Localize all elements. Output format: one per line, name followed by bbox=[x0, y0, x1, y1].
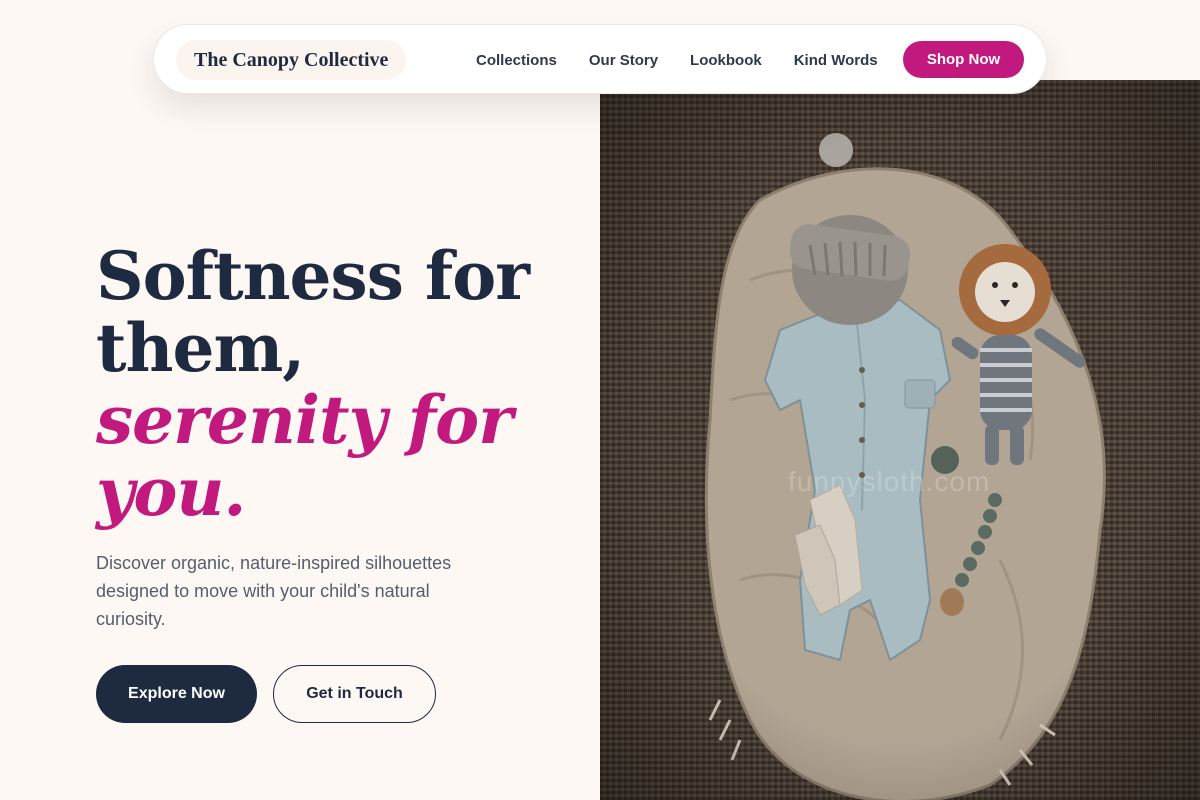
nav-link-kind-words[interactable]: Kind Words bbox=[794, 52, 878, 69]
main-nav: Collections Our Story Lookbook Kind Word… bbox=[476, 25, 910, 95]
site-header: The Canopy Collective Collections Our St… bbox=[153, 24, 1047, 94]
explore-now-button[interactable]: Explore Now bbox=[96, 665, 257, 723]
hero-title-accent-2: you. bbox=[96, 453, 246, 531]
hero-image: funnysloth.com bbox=[600, 80, 1200, 800]
image-watermark: funnysloth.com bbox=[788, 466, 991, 497]
hero-title: Softness for them, serenity for you. bbox=[96, 240, 566, 528]
hero-subtitle: Discover organic, nature-inspired silhou… bbox=[96, 553, 452, 629]
get-in-touch-button[interactable]: Get in Touch bbox=[273, 665, 436, 723]
nav-link-our-story[interactable]: Our Story bbox=[589, 52, 658, 69]
brand-logo[interactable]: The Canopy Collective bbox=[176, 40, 407, 80]
nav-link-collections[interactable]: Collections bbox=[476, 52, 557, 69]
hero-title-line-2: them, bbox=[96, 309, 305, 387]
nav-link-lookbook[interactable]: Lookbook bbox=[690, 52, 762, 69]
baby-clothes-flatlay-illustration bbox=[600, 80, 1200, 800]
shop-now-button[interactable]: Shop Now bbox=[903, 41, 1024, 78]
hero-title-accent-1: serenity for bbox=[96, 381, 513, 459]
hero-title-line-1: Softness for bbox=[96, 237, 530, 315]
